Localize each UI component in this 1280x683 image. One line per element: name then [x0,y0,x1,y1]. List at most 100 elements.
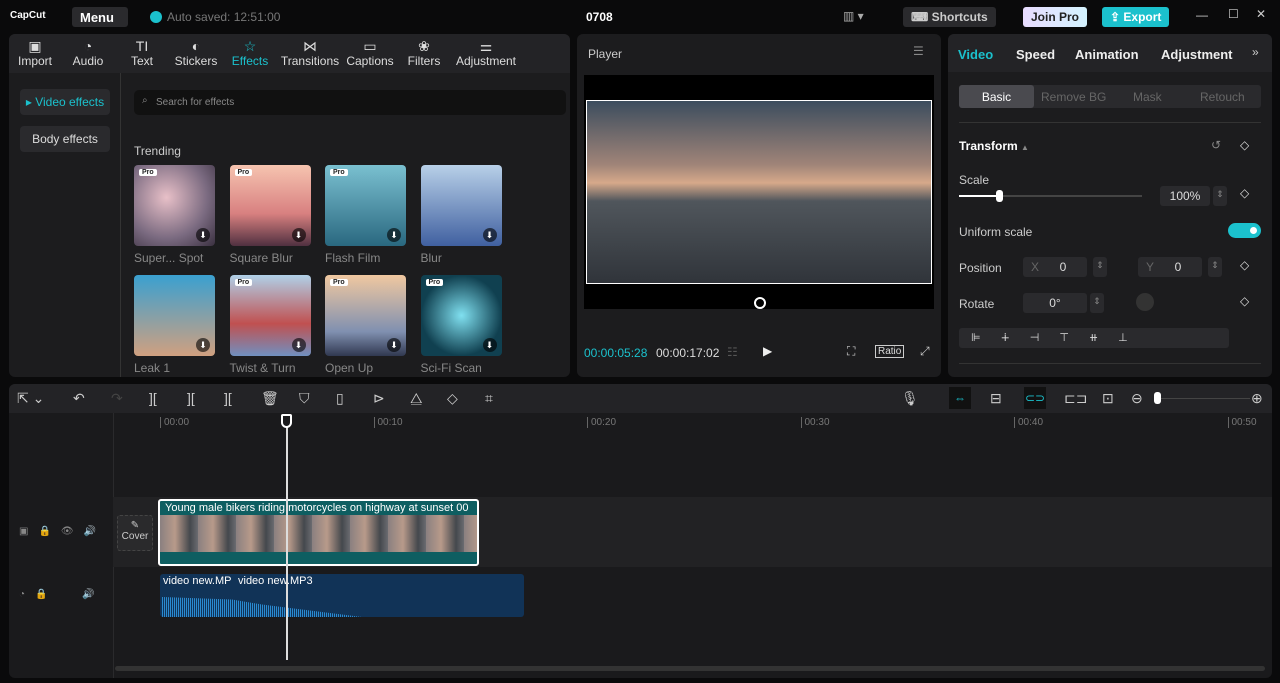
playhead-handle[interactable] [281,414,292,428]
split-right-icon[interactable]: ][ [224,390,232,406]
effect-thumbnail[interactable]: Pro ⬇ [420,275,502,356]
video-clip[interactable]: Young male bikers riding motorcycles on … [158,499,479,566]
video-frame[interactable] [586,100,932,284]
volume-icon[interactable]: 🔊 [82,589,104,600]
cover-button[interactable]: ✎ Cover [117,515,153,551]
tab-text[interactable]: TI Text [115,34,169,73]
scale-slider[interactable] [959,190,1142,202]
download-icon[interactable]: ⬇ [196,338,210,352]
eye-icon[interactable]: 👁 [61,526,84,537]
reverse-icon[interactable]: ⊳ [373,390,385,407]
ruler-zoom-icon[interactable]: ⊡ [1102,390,1114,407]
video-track-controls[interactable]: ▣🔒👁🔊 [19,526,106,537]
tab-filters[interactable]: ❀ Filters [397,34,451,73]
download-icon[interactable]: ⬇ [387,338,401,352]
export-button[interactable]: ⇪ Export [1102,7,1170,27]
search-input[interactable]: ⌕ Search for effects [134,90,566,115]
link-icon[interactable]: ⊂⊃ [1024,387,1046,409]
download-icon[interactable]: ⬇ [291,338,306,352]
effect-card[interactable]: ⬇ Blur [420,165,502,265]
maximize-icon[interactable]: ☐ [1228,7,1239,21]
play-icon[interactable]: ▶ [763,344,772,358]
join-pro-button[interactable]: Join Pro [1023,7,1088,27]
mirror-icon[interactable]: ⧋ [410,390,423,407]
position-x-stepper[interactable]: ⇕ [1093,257,1107,277]
keyframe-icon[interactable]: ◇ [1240,186,1249,200]
auto-snap-icon[interactable]: ⊟ [990,390,1002,407]
shortcuts-button[interactable]: ⌨ Shortcuts [903,7,996,27]
position-x-input[interactable]: X0 [1023,257,1087,277]
effect-thumbnail[interactable]: ⬇ [420,165,502,246]
download-icon[interactable]: ⬇ [196,228,210,242]
tab-captions[interactable]: ▭ Captions [343,34,397,73]
scale-slider-handle[interactable] [995,190,1003,202]
effect-card[interactable]: Pro ⬇ Sci-Fi Scan [420,275,502,375]
zoom-in-icon[interactable]: ⊕ [1251,390,1263,407]
position-y-input[interactable]: Y0 [1138,257,1202,277]
split-left-icon[interactable]: ][ [187,390,195,406]
tab-transitions[interactable]: ⋈ Transitions [277,34,343,73]
volume-icon[interactable]: 🔊 [84,526,106,537]
delete-icon[interactable]: 🗑 [261,390,279,407]
microphone-icon[interactable]: 🎙 [901,390,919,407]
rotate-icon[interactable]: ◇ [447,390,458,407]
tab-animation[interactable]: Animation [1075,47,1139,62]
horizontal-scrollbar[interactable] [115,666,1265,671]
scale-input[interactable]: 100% [1160,186,1210,206]
sidebar-item-video-effects[interactable]: ▸ Video effects [20,89,110,115]
subtab-retouch[interactable]: Retouch [1200,90,1245,104]
preview-axis-icon[interactable]: ⊏⊐ [1064,390,1087,407]
audio-track-controls[interactable]: ◔🔒 🔊 [19,589,105,600]
rotate-input[interactable]: 0° [1023,293,1087,313]
effect-thumbnail[interactable]: Pro ⬇ [325,275,406,356]
effect-card[interactable]: Pro ⬇ Square Blur [229,165,311,265]
effect-thumbnail[interactable]: Pro ⬇ [325,165,406,246]
transform-heading[interactable]: Transform ▲ [959,139,1029,153]
effect-card[interactable]: ⬇ Leak 1 [134,275,215,375]
tab-import[interactable]: ▣ Import [9,34,61,73]
tab-speed[interactable]: Speed [1016,47,1055,62]
crop-icon[interactable]: ⌗ [485,390,493,407]
select-tool-icon[interactable]: ⇱ ⌄ [17,390,44,407]
tab-adjustment[interactable]: ⚌ Adjustment [451,34,521,73]
zoom-slider[interactable] [1154,392,1250,404]
menu-button[interactable]: Menu ⌄ [72,7,128,39]
rotate-stepper[interactable]: ⇕ [1090,293,1104,313]
download-icon[interactable]: ⬇ [482,228,497,242]
effect-thumbnail[interactable]: ⬇ [134,275,215,356]
rotate-dial[interactable] [1136,293,1154,311]
more-tabs-icon[interactable]: » [1252,45,1259,59]
waveform-icon[interactable]: ☷ [727,345,738,359]
split-icon[interactable]: ][ [149,390,157,406]
undo-icon[interactable]: ↶ [73,390,85,407]
effect-thumbnail[interactable]: Pro ⬇ [229,165,311,246]
minimize-icon[interactable]: — [1196,8,1208,22]
reset-icon[interactable]: ↺ [1211,138,1221,152]
keyframe-icon[interactable]: ◇ [1240,258,1249,272]
tab-video[interactable]: Video [958,47,993,62]
download-icon[interactable]: ⬇ [291,228,306,242]
zoom-fit-icon[interactable]: ⛶ [847,344,855,359]
subtab-basic[interactable]: Basic [959,85,1034,108]
marker-icon[interactable]: ⛉ [299,390,310,407]
subtab-remove-bg[interactable]: Remove BG [1041,90,1106,104]
zoom-slider-handle[interactable] [1154,392,1161,404]
audio-clip[interactable]: video new.MP video new.MP3 [160,574,524,617]
tab-adjustment[interactable]: Adjustment [1161,47,1233,62]
sidebar-item-body-effects[interactable]: Body effects [20,126,110,152]
tab-effects[interactable]: ☆ Effects [223,34,277,73]
video-canvas[interactable] [584,75,934,309]
playhead[interactable] [286,422,288,660]
lock-icon[interactable]: 🔒 [38,526,60,537]
subtab-mask[interactable]: Mask [1133,90,1162,104]
time-ruler[interactable]: 00:00 00:10 00:20 00:30 00:40 00:50 [9,413,1272,433]
effect-thumbnail[interactable]: Pro ⬇ [134,165,215,246]
uniform-scale-toggle[interactable] [1228,223,1261,238]
align-buttons[interactable]: ⊫∔⊣⊤⧺⊥ [959,328,1229,348]
main-track-magnet-icon[interactable]: ⇔ [949,387,971,409]
zoom-out-icon[interactable]: ⊖ [1131,390,1143,407]
tab-audio[interactable]: ◔ Audio [61,34,115,73]
rotate-handle-icon[interactable] [754,297,766,309]
effect-card[interactable]: Pro ⬇ Flash Film [325,165,406,265]
close-icon[interactable]: ✕ [1256,7,1266,21]
